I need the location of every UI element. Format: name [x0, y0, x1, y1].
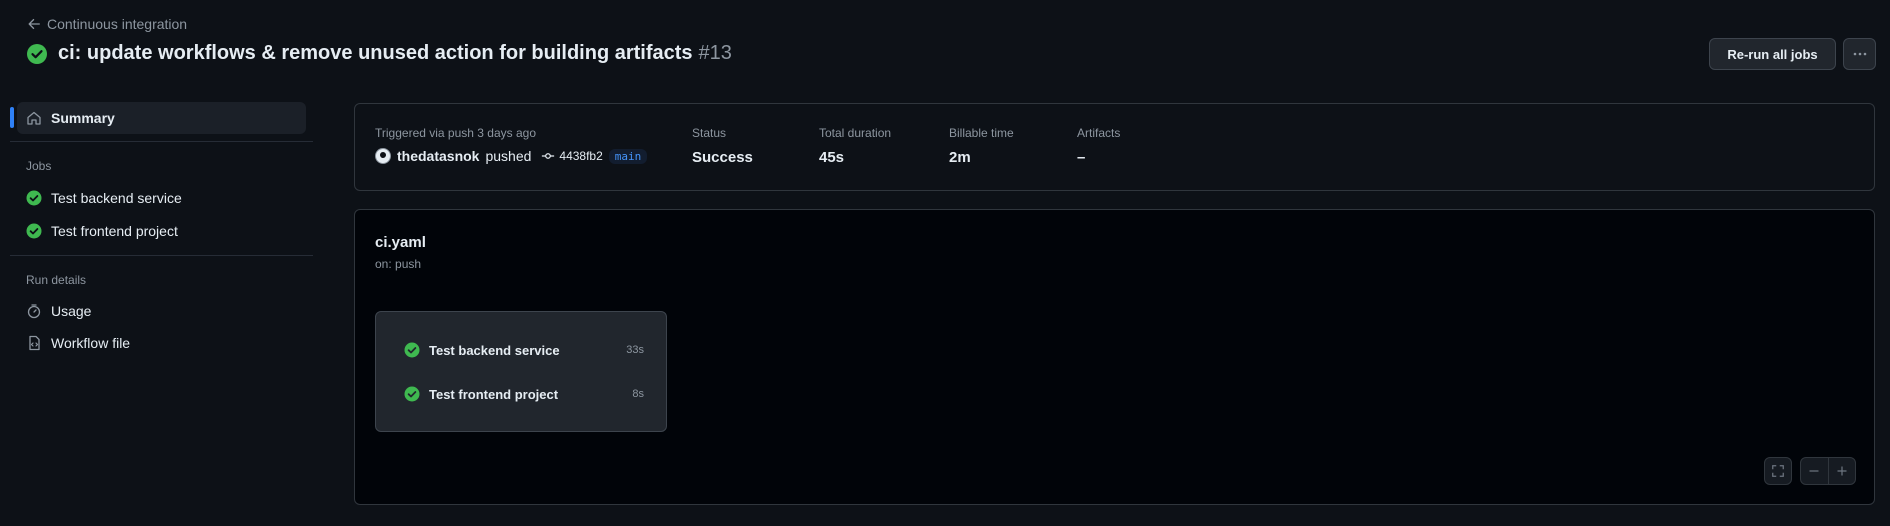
- fullscreen-button[interactable]: [1764, 457, 1792, 485]
- zoom-in-button[interactable]: [1827, 458, 1856, 484]
- workflow-trigger: on: push: [375, 257, 422, 271]
- page-title-row: ci: update workflows & remove unused act…: [26, 42, 732, 65]
- sidebar-item-label: Summary: [51, 110, 115, 126]
- run-number: #13: [698, 42, 732, 64]
- actor-link[interactable]: thedatasnok: [397, 148, 479, 164]
- duration-value: 45s: [819, 149, 845, 166]
- sidebar-item-job[interactable]: Test frontend project: [26, 223, 178, 239]
- sidebar-active-indicator: [10, 107, 14, 128]
- job-label: Test backend service: [429, 342, 560, 358]
- billable-value: 2m: [949, 149, 971, 166]
- run-title: ci: update workflows & remove unused act…: [58, 42, 693, 64]
- back-link[interactable]: Continuous integration: [27, 16, 187, 32]
- artifacts-label: Artifacts: [1077, 126, 1121, 140]
- artifacts-value: –: [1077, 149, 1086, 166]
- workflow-name: ci.yaml: [375, 234, 426, 251]
- billable-label: Billable time: [949, 126, 1014, 140]
- home-icon: [26, 110, 42, 126]
- duration-label: Total duration: [819, 126, 892, 140]
- screen-full-icon: [1771, 464, 1785, 478]
- job-duration: 33s: [626, 344, 644, 356]
- zoom-controls: [1800, 457, 1856, 485]
- git-commit-icon: [541, 149, 555, 163]
- trigger-info: Triggered via push 3 days ago thedatasno…: [375, 126, 648, 164]
- avatar[interactable]: [375, 148, 391, 164]
- kebab-horizontal-icon: [1852, 46, 1868, 62]
- push-line: thedatasnok pushed 4438fb2 main: [375, 148, 648, 164]
- check-circle-icon: [404, 386, 420, 402]
- run-details-heading: Run details: [26, 273, 87, 287]
- file-code-icon: [26, 335, 42, 351]
- sidebar-divider: [10, 141, 313, 142]
- stopwatch-icon: [26, 303, 42, 319]
- job-duration: 8s: [632, 388, 644, 400]
- commit-link[interactable]: 4438fb2: [541, 149, 603, 163]
- sidebar-item-label: Workflow file: [51, 335, 131, 351]
- sidebar-item-label: Usage: [51, 303, 92, 319]
- status-label: Status: [692, 126, 727, 140]
- sidebar-item-label: Test frontend project: [51, 223, 178, 239]
- check-circle-icon: [26, 223, 42, 239]
- sidebar-item-label: Test backend service: [51, 190, 182, 206]
- job-label: Test frontend project: [429, 386, 559, 402]
- page-title: ci: update workflows & remove unused act…: [58, 42, 732, 65]
- billable-info: Billable time 2m: [949, 126, 1014, 166]
- sidebar-item-summary[interactable]: Summary: [17, 102, 306, 134]
- jobs-group: Test backend service 33s Test frontend p…: [375, 311, 667, 432]
- artifacts-info: Artifacts –: [1077, 126, 1120, 166]
- sidebar-divider: [10, 255, 313, 256]
- status-value: Success: [692, 149, 753, 166]
- status-info: Status Success: [692, 126, 753, 166]
- sidebar-item-workflow-file[interactable]: Workflow file: [26, 335, 130, 351]
- workflow-graph-card: ci.yaml on: push Test backend service 33…: [354, 209, 1875, 505]
- commit-sha: 4438fb2: [559, 149, 603, 163]
- job-node[interactable]: Test backend service 33s: [404, 342, 644, 358]
- run-summary-card: Triggered via push 3 days ago thedatasno…: [354, 103, 1875, 191]
- job-node[interactable]: Test frontend project 8s: [404, 386, 644, 402]
- check-circle-icon: [26, 190, 42, 206]
- minus-icon: [1808, 465, 1820, 477]
- zoom-out-button[interactable]: [1801, 458, 1828, 484]
- sidebar-item-job[interactable]: Test backend service: [26, 190, 182, 206]
- check-circle-icon: [404, 342, 420, 358]
- sidebar-item-usage[interactable]: Usage: [26, 303, 91, 319]
- more-options-button[interactable]: [1843, 38, 1876, 70]
- branch-badge[interactable]: main: [608, 148, 648, 164]
- push-action: pushed: [485, 148, 532, 164]
- back-link-label: Continuous integration: [47, 16, 188, 32]
- trigger-label: Triggered via push 3 days ago: [375, 126, 536, 140]
- plus-icon: [1836, 465, 1848, 477]
- jobs-heading: Jobs: [26, 159, 52, 173]
- arrow-left-icon: [27, 17, 41, 31]
- rerun-all-jobs-button[interactable]: Re-run all jobs: [1709, 38, 1836, 70]
- check-circle-icon: [26, 43, 48, 65]
- duration-info: Total duration 45s: [819, 126, 891, 166]
